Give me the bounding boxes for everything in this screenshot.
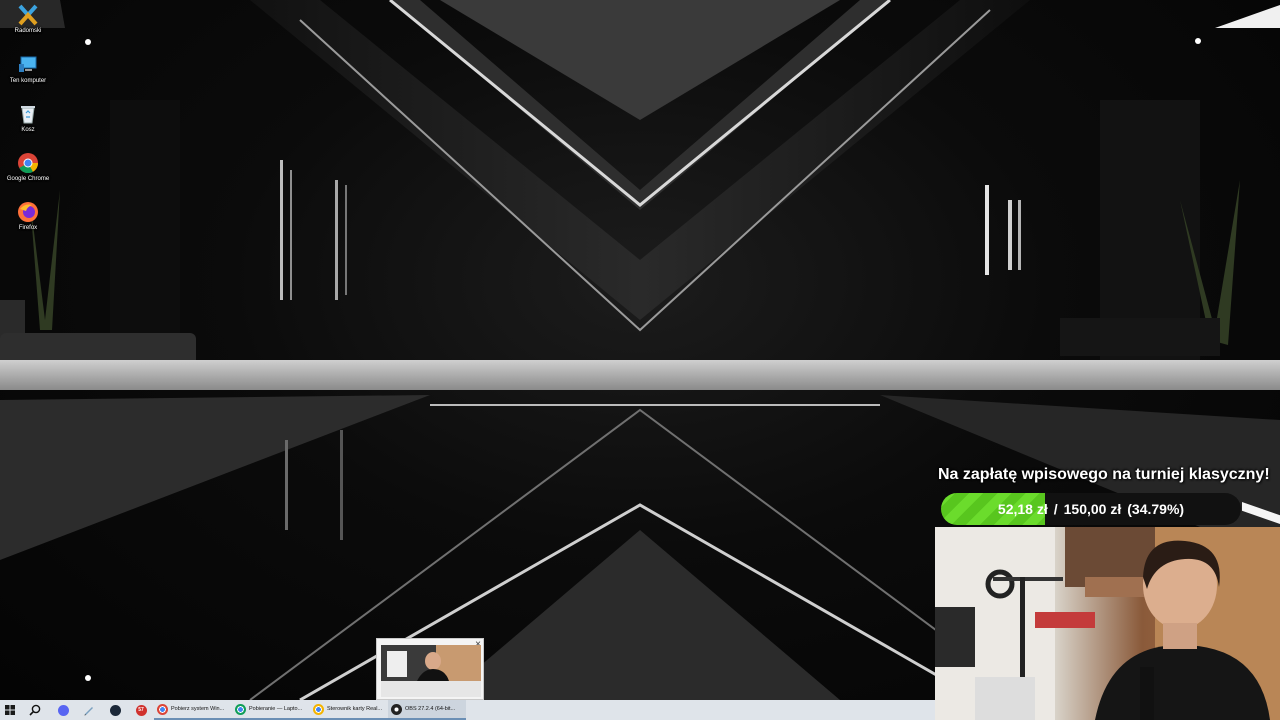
firefox-icon bbox=[17, 201, 39, 223]
taskbar-pen-app[interactable] bbox=[76, 700, 102, 720]
taskbar-app-title: Pobierz system Win... bbox=[171, 706, 225, 712]
donation-progress-bar: 52,18 zł / 150,00 zł (34.79%) bbox=[941, 493, 1241, 525]
recycle-bin-icon bbox=[17, 103, 39, 125]
donation-progress-text: 52,18 zł / 150,00 zł (34.79%) bbox=[941, 493, 1241, 525]
windows-start-icon bbox=[5, 705, 15, 715]
desktop-icon-radomski[interactable]: Radomski bbox=[4, 4, 52, 35]
chrome-icon bbox=[157, 703, 168, 715]
desktop-icon-label: Radomski bbox=[14, 28, 42, 34]
computer-icon bbox=[17, 54, 39, 76]
donation-current-amount: 52,18 zł bbox=[997, 501, 1048, 517]
taskbar-app-chrome-3[interactable]: Sterownik karty Real... bbox=[310, 700, 388, 720]
desktop-icon-chrome[interactable]: Google Chrome bbox=[4, 152, 52, 183]
obs-icon bbox=[391, 703, 402, 715]
chrome-icon bbox=[235, 703, 246, 715]
desktop-icon-this-pc[interactable]: Ten komputer bbox=[4, 54, 52, 85]
taskbar-app-obs[interactable]: OBS 27.2.4 (64-bit... bbox=[388, 700, 466, 720]
app-57-icon: 57 bbox=[135, 704, 147, 716]
donation-separator: / bbox=[1053, 501, 1058, 517]
chrome-icon bbox=[313, 703, 324, 715]
discord-icon bbox=[57, 704, 69, 716]
search-button[interactable] bbox=[20, 700, 50, 720]
taskbar-app-title: OBS 27.2.4 (64-bit... bbox=[405, 706, 456, 712]
desktop-icon-firefox[interactable]: Firefox bbox=[4, 201, 52, 232]
desktop-icon-label: Kosz bbox=[21, 127, 35, 133]
desktop-icon-label: Google Chrome bbox=[6, 176, 50, 182]
app-icon bbox=[17, 4, 39, 26]
taskbar-app-57[interactable]: 57 bbox=[128, 700, 154, 720]
webcam-feed bbox=[935, 527, 1280, 720]
donation-goal-amount: 150,00 zł bbox=[1063, 501, 1122, 517]
chrome-icon bbox=[17, 152, 39, 174]
taskbar-steam[interactable] bbox=[102, 700, 128, 720]
donation-goal-title: Na zapłatę wpisowego na turniej klasyczn… bbox=[938, 466, 1270, 483]
search-icon bbox=[29, 704, 41, 716]
taskbar-app-chrome-2[interactable]: Pobieranie — Lapto... bbox=[232, 700, 310, 720]
desktop-icon-label: Ten komputer bbox=[9, 78, 47, 84]
start-button[interactable] bbox=[0, 700, 20, 720]
taskbar: 57 Pobierz system Win... Pobieranie — La… bbox=[0, 700, 935, 720]
taskbar-thumbnail-preview[interactable]: × bbox=[376, 638, 484, 700]
pen-icon bbox=[84, 707, 93, 716]
taskbar-app-title: Sterownik karty Real... bbox=[327, 706, 383, 712]
taskbar-app-chrome-1[interactable]: Pobierz system Win... bbox=[154, 700, 232, 720]
desktop-icon-recycle-bin[interactable]: Kosz bbox=[4, 103, 52, 134]
taskbar-discord[interactable] bbox=[50, 700, 76, 720]
donation-percent: (34.79%) bbox=[1127, 501, 1185, 517]
desktop-icon-label: Firefox bbox=[18, 225, 38, 231]
thumbnail-image bbox=[381, 645, 481, 697]
taskbar-app-title: Pobieranie — Lapto... bbox=[249, 706, 303, 712]
webcam-scene bbox=[935, 527, 1280, 720]
steam-icon bbox=[109, 704, 121, 716]
